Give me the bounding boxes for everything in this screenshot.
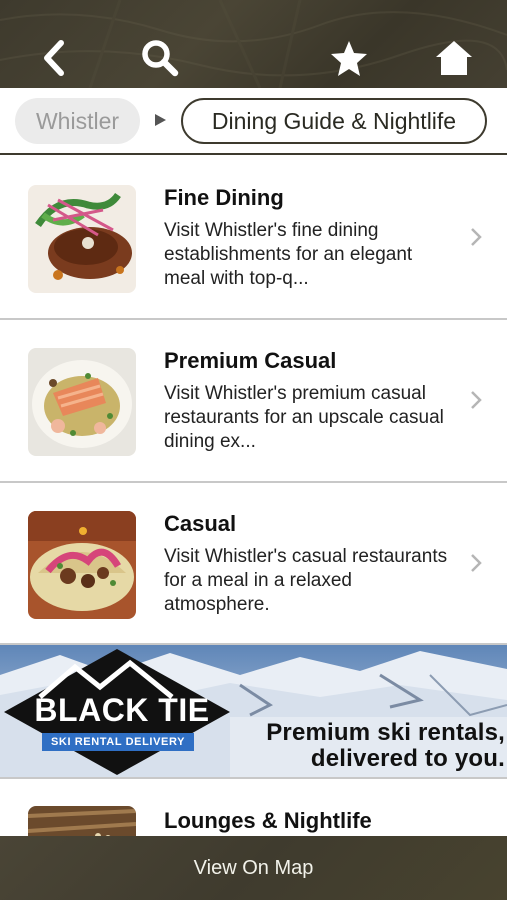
item-title: Casual <box>164 511 237 536</box>
topbar-texture <box>0 0 507 88</box>
fine-dining-thumbnail <box>28 185 136 293</box>
chevron-right-icon <box>471 391 482 409</box>
black-tie-ad-banner[interactable]: BLACK TIE SKI RENTAL DELIVERY Premium sk… <box>0 645 507 779</box>
home-icon[interactable] <box>434 38 474 78</box>
list-item-fine-dining[interactable]: Fine Dining Visit Whistler's fine dining… <box>0 157 507 320</box>
back-arrow-icon[interactable] <box>34 38 74 78</box>
ad-tagline: SKI RENTAL DELIVERY <box>42 733 194 751</box>
top-nav-bar <box>0 0 507 88</box>
item-title: Fine Dining <box>164 185 284 210</box>
breadcrumb-current[interactable]: Dining Guide & Nightlife <box>181 98 487 144</box>
breadcrumb-whistler[interactable]: Whistler <box>15 98 140 144</box>
view-on-map-button[interactable]: View On Map <box>0 836 507 900</box>
chevron-right-icon <box>471 554 482 572</box>
item-description: Visit Whistler's fine dining establishme… <box>164 220 413 289</box>
ad-brand-name: BLACK TIE <box>34 692 210 728</box>
casual-thumbnail <box>28 511 136 619</box>
star-icon[interactable] <box>329 38 369 78</box>
premium-casual-thumbnail <box>28 348 136 456</box>
item-description: Visit Whistler's premium casual restaura… <box>164 383 444 452</box>
breadcrumb-separator-icon <box>155 114 166 126</box>
list-item-lounges-nightlife[interactable]: Lounges & Nightlife <box>0 780 507 846</box>
breadcrumb: Whistler Dining Guide & Nightlife <box>0 88 507 155</box>
item-description: Visit Whistler's casual restaurants for … <box>164 546 448 615</box>
ad-headline-line2: delivered to you. <box>310 745 505 772</box>
chevron-right-icon <box>471 228 482 246</box>
list-item-casual[interactable]: Casual Visit Whistler's casual restauran… <box>0 483 507 645</box>
item-title: Lounges & Nightlife <box>164 808 372 833</box>
ad-headline-line1: Premium ski rentals, <box>266 719 505 746</box>
item-title: Premium Casual <box>164 348 337 373</box>
search-icon[interactable] <box>140 38 180 78</box>
list-item-premium-casual[interactable]: Premium Casual Visit Whistler's premium … <box>0 320 507 483</box>
